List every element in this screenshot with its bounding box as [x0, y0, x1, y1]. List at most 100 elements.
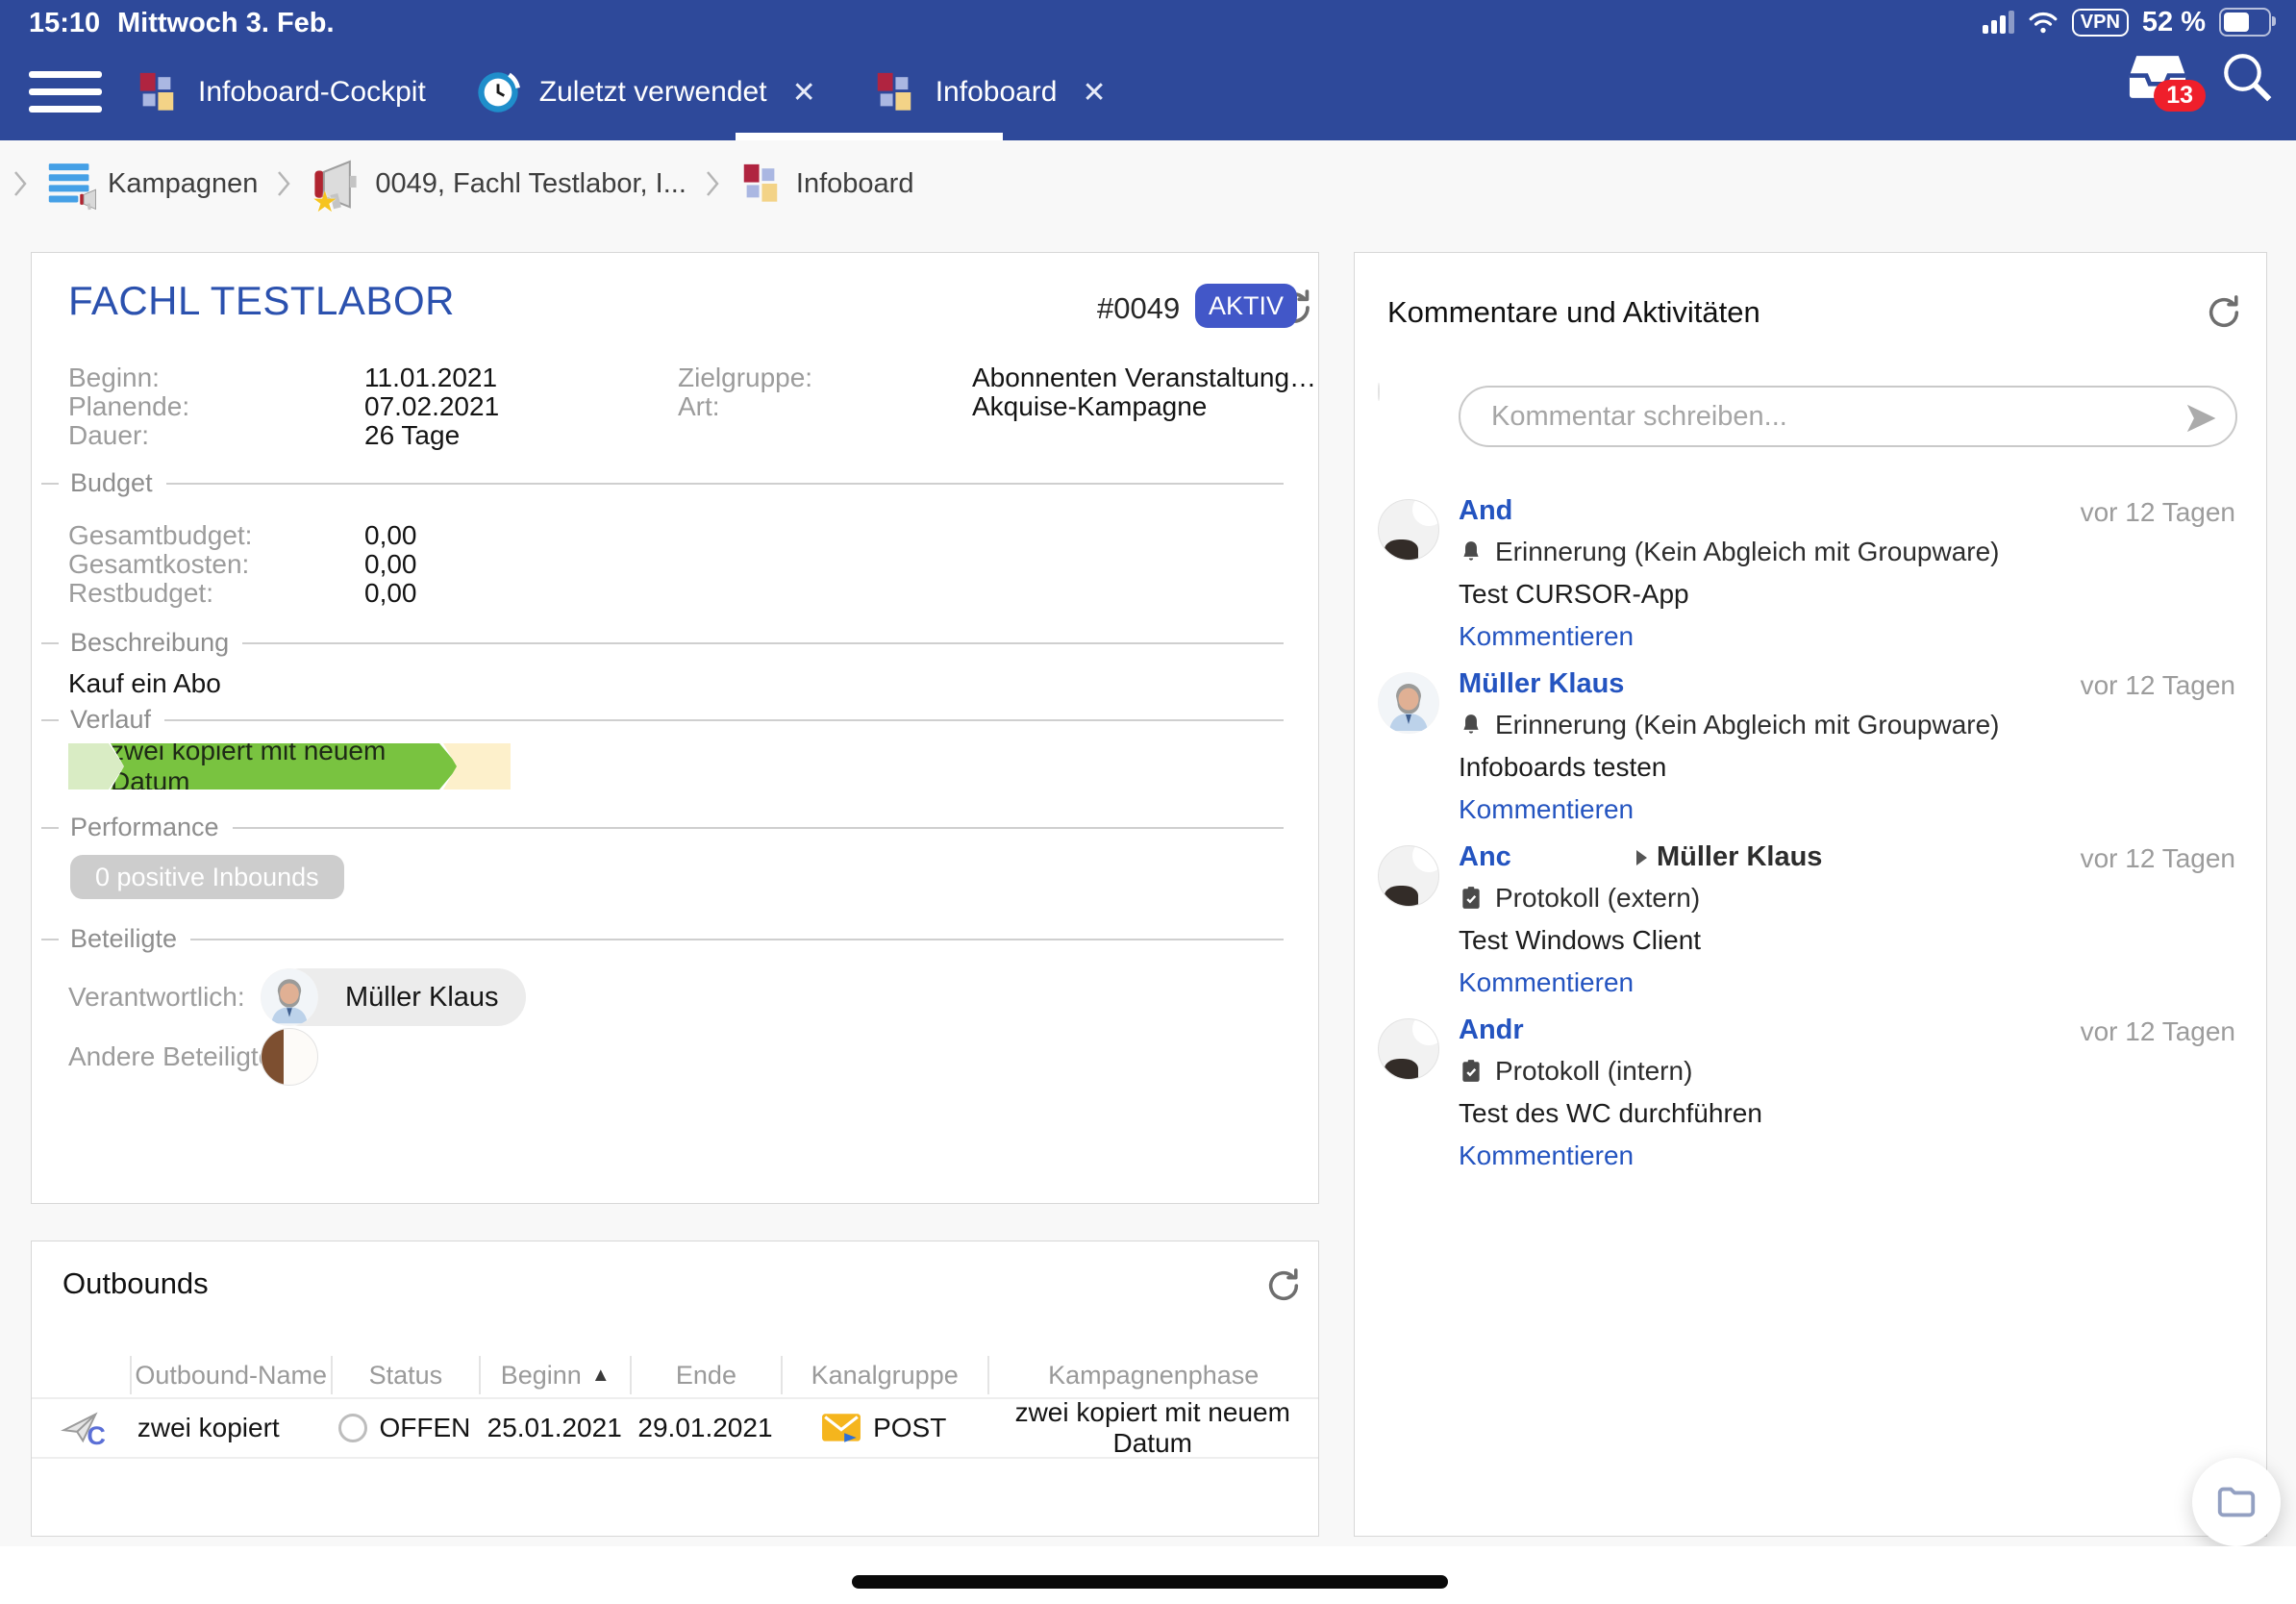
current-user-avatar [1378, 383, 1380, 401]
section-verlauf: Verlauf [41, 705, 1284, 735]
chevron-right-icon [275, 169, 292, 198]
comment-type: Erinnerung (Kein Abgleich mit Groupware) [1495, 710, 1999, 740]
field-value: Akquise-Kampagne [972, 391, 1207, 422]
budget-row: Gesamtbudget: 0,00 [32, 520, 1318, 549]
budget-label: Gesamtbudget: [68, 520, 252, 551]
column-header-kampagnenphase[interactable]: Kampagnenphase [987, 1356, 1318, 1394]
comment-reply-link[interactable]: Kommentieren [1459, 967, 2235, 998]
inbounds-badge[interactable]: 0 positive Inbounds [70, 855, 344, 899]
field-value: 07.02.2021 [364, 391, 499, 422]
budget-label: Restbudget: [68, 578, 213, 609]
column-header-beginn[interactable]: Beginn▲ [479, 1356, 630, 1394]
comment-author[interactable]: Andr [1459, 1015, 1524, 1046]
comment-item: And vor 12 Tagen Erinnerung (Kein Abglei… [1378, 495, 2235, 664]
comment-time: vor 12 Tagen [2081, 1016, 2235, 1047]
phase-label: zwei kopiert mit neuem Datum [111, 736, 459, 797]
outbound-kanal-cell: POST [781, 1412, 987, 1444]
comment-body: Test des WC durchführen [1459, 1098, 2235, 1129]
field-label: Planende: [68, 391, 189, 422]
avatar[interactable] [261, 968, 318, 1026]
campaign-number: #0049 [1097, 291, 1180, 326]
comment-reply-link[interactable]: Kommentieren [1459, 794, 2235, 825]
section-label: Performance [70, 813, 219, 842]
refresh-icon[interactable] [2205, 293, 2243, 332]
megaphone-star-icon: ★ [310, 158, 362, 210]
clipboard-check-icon [1459, 1059, 1484, 1084]
comment-input-wrapper [1459, 386, 2237, 447]
section-label: Budget [70, 468, 153, 498]
bell-icon [1459, 713, 1484, 738]
tab-close-icon[interactable]: ✕ [786, 72, 822, 113]
clock-icon [476, 70, 520, 114]
wifi-icon [2028, 11, 2059, 34]
outbound-name-cell: zwei kopiert [130, 1413, 331, 1443]
field-row: Beginn: 11.01.2021 Zielgruppe: Abonnente… [32, 363, 1318, 391]
comment-time: vor 12 Tagen [2081, 843, 2235, 874]
paper-plane-copy-icon: C [60, 1407, 102, 1449]
breadcrumb-item-infoboard[interactable]: Infoboard [738, 162, 914, 206]
section-beschreibung: Beschreibung [41, 628, 1284, 658]
outbounds-panel: Outbounds Outbound-Name Status Beginn▲ E… [31, 1241, 1319, 1537]
comment-target[interactable]: Müller Klaus [1636, 841, 1822, 873]
breadcrumb-label: Infoboard [796, 168, 914, 200]
status-icons: VPN 52 % [1983, 6, 2271, 38]
tab-infoboard-cockpit[interactable]: Infoboard-Cockpit [135, 70, 476, 114]
campaign-title: FACHL TESTLABOR [68, 278, 455, 324]
comment-type: Protokoll (intern) [1495, 1056, 1692, 1087]
cellular-signal-icon [1983, 11, 2014, 34]
comment-reply-link[interactable]: Kommentieren [1459, 1140, 2235, 1171]
budget-row: Gesamtkosten: 0,00 [32, 549, 1318, 578]
search-button[interactable] [2221, 51, 2273, 103]
mail-post-icon [821, 1412, 861, 1444]
avatar [1378, 499, 1439, 561]
home-indicator[interactable] [852, 1575, 1448, 1589]
outbound-type-cell: C [32, 1407, 130, 1449]
column-header-name[interactable]: Outbound-Name [130, 1356, 331, 1394]
refresh-icon[interactable] [1264, 1266, 1303, 1305]
tab-close-icon[interactable]: ✕ [1077, 72, 1112, 113]
column-header-ende[interactable]: Ende [630, 1356, 781, 1394]
column-header-kanalgruppe[interactable]: Kanalgruppe [781, 1356, 987, 1394]
sort-ascending-icon: ▲ [591, 1365, 611, 1387]
comment-author[interactable]: Müller Klaus [1459, 668, 1624, 700]
phase-segment-current[interactable]: zwei kopiert mit neuem Datum [111, 743, 459, 789]
send-icon[interactable] [2184, 401, 2218, 436]
field-value: 11.01.2021 [364, 363, 497, 393]
status-badge[interactable]: AKTIV [1195, 284, 1297, 328]
outbound-status-cell: OFFEN [331, 1413, 480, 1443]
field-label: Beginn: [68, 363, 160, 393]
battery-icon [2219, 8, 2271, 37]
person-name: Müller Klaus [345, 982, 499, 1014]
tab-infoboard[interactable]: Infoboard ✕ [872, 70, 1162, 114]
outbound-beginn-cell: 25.01.2021 [479, 1413, 630, 1443]
infoboard-grid-icon [135, 70, 179, 114]
status-bar: 15:10 Mittwoch 3. Feb. VPN 52 % [0, 0, 2296, 44]
tab-zuletzt-verwendet[interactable]: Zuletzt verwendet ✕ [476, 70, 872, 114]
comment-type-row: Protokoll (extern) [1459, 883, 2235, 914]
column-header-status[interactable]: Status [331, 1356, 480, 1394]
status-date: Mittwoch 3. Feb. [117, 8, 335, 39]
comment-author[interactable]: Anc [1459, 841, 1636, 873]
breadcrumb-item-kampagnen[interactable]: Kampagnen [46, 160, 258, 208]
comment-author[interactable]: And [1459, 495, 1512, 527]
avatar [1378, 1018, 1439, 1080]
battery-percent: 52 % [2142, 7, 2206, 38]
target-name: Müller Klaus [1657, 841, 1822, 873]
breadcrumb-item-campaign[interactable]: ★ 0049, Fachl Testlabor, I... [310, 158, 686, 210]
arrow-right-icon [1636, 850, 1647, 865]
inbox-button[interactable]: 13 [2127, 50, 2188, 104]
comment-item: Müller Klaus vor 12 Tagen Erinnerung (Ke… [1378, 668, 2235, 838]
comment-reply-link[interactable]: Kommentieren [1459, 621, 2235, 652]
field-value: 26 Tage [364, 420, 460, 451]
field-row: Planende: 07.02.2021 Art: Akquise-Kampag… [32, 391, 1318, 420]
inbox-count-badge: 13 [2154, 80, 2206, 112]
outbound-row[interactable]: C zwei kopiert OFFEN 25.01.2021 29.01.20… [32, 1397, 1318, 1459]
budget-value: 0,00 [364, 520, 417, 551]
field-label: Dauer: [68, 420, 149, 451]
documents-fab-button[interactable] [2192, 1458, 2281, 1546]
avatar [1378, 845, 1439, 907]
comment-type-row: Protokoll (intern) [1459, 1056, 2235, 1087]
avatar[interactable] [261, 1028, 318, 1086]
menu-button[interactable] [29, 67, 102, 117]
comment-input[interactable] [1489, 391, 2162, 441]
